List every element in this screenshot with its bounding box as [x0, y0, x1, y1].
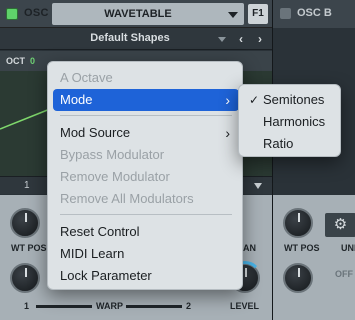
frame-number: 1 — [24, 180, 30, 191]
menu-separator — [60, 214, 232, 215]
mode-submenu: ✓ Semitones Harmonics Ratio — [238, 84, 341, 157]
off-label: OFF — [335, 269, 353, 279]
wavetable-selector[interactable]: WAVETABLE — [52, 3, 244, 25]
submenu-item-harmonics[interactable]: Harmonics — [244, 111, 337, 133]
osc-b-title: OSC B — [297, 7, 332, 19]
warp-left-label: 1 — [24, 301, 30, 311]
previous-preset-button[interactable]: ‹ — [233, 31, 249, 47]
chevron-down-icon[interactable] — [254, 183, 262, 189]
warp-right-label: 2 — [186, 301, 192, 311]
chevron-right-icon: › — [225, 92, 230, 108]
menu-item-label: Remove Modulator — [60, 169, 170, 184]
menu-item-lock-parameter[interactable]: Lock Parameter — [53, 265, 239, 287]
preset-name[interactable]: Default Shapes — [60, 32, 200, 44]
chevron-right-icon: › — [225, 125, 230, 141]
warp-label: WARP — [96, 301, 123, 311]
menu-item-remove-modulator: Remove Modulator — [53, 166, 239, 188]
warp-knob-1[interactable] — [10, 263, 40, 293]
osc-b-knobs: WT POS ⚙ UNI OFF — [273, 195, 355, 320]
submenu-item-label: Semitones — [263, 92, 325, 107]
preset-dropdown-icon[interactable] — [218, 37, 226, 42]
menu-item-label: A Octave — [60, 70, 113, 85]
menu-item-mod-source[interactable]: Mod Source › — [53, 122, 239, 144]
menu-item-reset-control[interactable]: Reset Control — [53, 221, 239, 243]
menu-item-label: Mod Source — [60, 125, 131, 140]
context-menu: A Octave Mode › Mod Source › Bypass Modu… — [47, 61, 243, 290]
submenu-item-label: Harmonics — [263, 114, 326, 129]
menu-item-label: Bypass Modulator — [60, 147, 165, 162]
osc-b-header: OSC B — [273, 0, 355, 28]
chevron-down-icon — [228, 12, 238, 18]
preset-row: Default Shapes ‹ › — [0, 28, 272, 50]
menu-item-label: Remove All Modulators — [60, 191, 194, 206]
menu-item-a-octave: A Octave — [53, 67, 239, 89]
wt-pos-label: WT POS — [11, 243, 47, 253]
menu-item-midi-learn[interactable]: MIDI Learn — [53, 243, 239, 265]
warp-divider — [36, 305, 92, 308]
menu-item-label: Reset Control — [60, 224, 140, 239]
osc-b-enable-toggle[interactable] — [280, 8, 291, 19]
submenu-item-label: Ratio — [263, 136, 294, 151]
wavetable-label: WAVETABLE — [104, 8, 172, 20]
warp-divider — [126, 305, 182, 308]
submenu-item-ratio[interactable]: Ratio — [244, 133, 337, 155]
menu-item-bypass-modulator: Bypass Modulator — [53, 144, 239, 166]
checkmark-icon: ✓ — [249, 93, 260, 107]
osc-b-panel: OSC B WT POS ⚙ UNI OFF — [272, 0, 355, 320]
menu-separator — [60, 115, 232, 116]
submenu-item-semitones[interactable]: ✓ Semitones — [244, 89, 337, 111]
menu-item-mode[interactable]: Mode › — [53, 89, 239, 111]
menu-item-label: Mode — [60, 92, 93, 107]
osc-a-enable-toggle[interactable] — [6, 8, 18, 20]
menu-item-remove-all-modulators: Remove All Modulators — [53, 188, 239, 210]
unison-label: UNI — [341, 243, 355, 253]
osc-b-wt-pos-knob[interactable] — [283, 208, 313, 238]
osc-b-warp-knob[interactable] — [283, 263, 313, 293]
octave-value[interactable]: 0 — [30, 56, 35, 66]
gear-icon[interactable]: ⚙ — [325, 213, 355, 237]
level-label: LEVEL — [230, 301, 260, 311]
osc-b-wt-pos-label: WT POS — [284, 243, 320, 253]
octave-label: OCT — [6, 56, 25, 66]
next-preset-button[interactable]: › — [252, 31, 268, 47]
menu-item-label: MIDI Learn — [60, 246, 125, 261]
pan-label: AN — [243, 243, 256, 253]
filter-routing-button[interactable]: F1 — [248, 4, 268, 24]
osc-a-header: OSC A WAVETABLE F1 — [0, 0, 272, 28]
wt-pos-knob[interactable] — [10, 208, 40, 238]
menu-item-label: Lock Parameter — [60, 268, 152, 283]
